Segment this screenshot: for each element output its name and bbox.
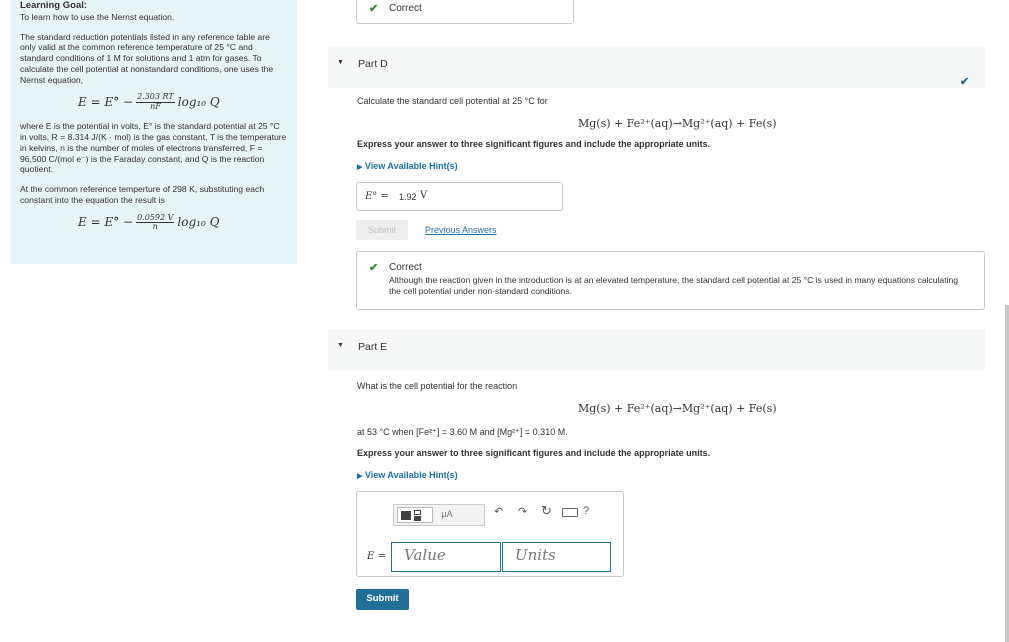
part-d-hint-link[interactable]: ▶ View Available Hint(s) [357,161,458,171]
part-e-answer-label: E = [367,551,386,562]
learning-goal-paragraph-2: where E is the potential in volts, E° is… [20,121,287,175]
part-d-complete-check-icon: ✔ [960,76,970,88]
part-d-hint-label: View Available Hint(s) [364,161,458,171]
part-d-feedback-text: Although the reaction given in the intro… [389,275,959,297]
part-d-submit-button[interactable]: Submit [356,220,408,240]
collapse-triangle-icon: ▼ [337,342,344,349]
template-small-fill-icon [414,516,421,521]
learning-goal-intro: To learn how to use the Nernst equation. [20,11,175,22]
part-d-answer-unit: V [420,190,428,201]
part-d-question: Calculate the standard cell potential at… [357,96,548,106]
part-d-header[interactable]: ▼ Part D [328,46,985,88]
nernst-298k-lhs: E = E° − [78,215,134,230]
templates-button[interactable] [397,507,433,523]
part-e-conditions: at 53 °C when [Fe²⁺] = 3.60 M and [Mg²⁺]… [357,427,568,437]
part-e-hint-link[interactable]: ▶ View Available Hint(s) [357,470,458,480]
caret-right-icon: ▶ [357,473,363,480]
previous-answers-link[interactable]: Previous Answers [425,225,497,235]
collapse-triangle-icon: ▼ [337,59,344,66]
part-d-answer-value: 1.92 [399,192,417,202]
learning-goal-panel: Learning Goal: To learn how to use the N… [10,0,297,264]
nernst-298k-fraction: 0.0592 V n [136,213,175,232]
template-small-box-icon [414,510,421,515]
nernst-log: log₁₀ Q [177,94,220,109]
nernst-equation: E = E° − 2.303 RT nF log₁₀ Q [78,92,287,111]
learning-goal-title: Learning Goal: [20,0,88,11]
part-e-instructions: Express your answer to three significant… [357,448,711,458]
part-e-submit-button[interactable]: Submit [356,589,409,610]
part-e-reaction: Mg(s) + Fe²⁺(aq)→Mg²⁺(aq) + Fe(s) [578,402,777,415]
checkmark-icon: ✔ [369,3,379,15]
part-d-feedback-title: Correct [389,262,422,273]
part-d-label: Part D [358,58,388,70]
nernst-298k-log: log₁₀ Q [177,215,220,230]
reset-icon[interactable]: ↻ [541,503,552,519]
value-input[interactable]: Value [391,542,501,572]
part-e-label: Part E [358,341,388,353]
keyboard-icon[interactable] [562,508,578,517]
part-d-instructions: Express your answer to three significant… [357,139,711,149]
nernst-298k-denominator: n [152,222,158,231]
part-d-answer-label: E° = [365,191,389,202]
nernst-fraction: 2.303 RT nF [136,92,175,111]
part-e-header[interactable]: ▼ Part E [328,329,985,371]
part-e-hint-label: View Available Hint(s) [364,470,458,480]
template-block-icon [401,511,411,520]
undo-icon[interactable]: ↶ [494,505,503,518]
nernst-denominator: nF [150,101,161,111]
previous-feedback-box: ✔ Correct [356,0,574,24]
part-d-feedback-box: ✔ Correct Although the reaction given in… [356,251,985,310]
units-input[interactable]: Units [502,542,611,572]
part-d-reaction: Mg(s) + Fe²⁺(aq)→Mg²⁺(aq) + Fe(s) [578,117,777,130]
nernst-equation-298k: E = E° − 0.0592 V n log₁₀ Q [78,213,287,232]
help-button[interactable]: ? [583,505,589,517]
page-scrollbar[interactable] [1005,305,1009,642]
part-e-answer-widget: μA ↶ ↷ ↻ ? E = Value Units [356,491,624,577]
checkmark-icon: ✔ [369,262,379,274]
nernst-lhs: E = E° − [78,94,134,109]
redo-icon[interactable]: ↷ [518,505,527,518]
learning-goal-paragraph-1: The standard reduction potentials listed… [20,31,274,85]
caret-right-icon: ▶ [357,164,363,171]
part-e-question: What is the cell potential for the react… [357,381,518,391]
units-tool-button[interactable]: μA [435,507,459,523]
previous-feedback-label: Correct [389,3,422,14]
part-d-answer-box: E° = 1.92 V [356,182,563,211]
learning-goal-paragraph-3: At the common reference temperture of 29… [20,184,265,205]
